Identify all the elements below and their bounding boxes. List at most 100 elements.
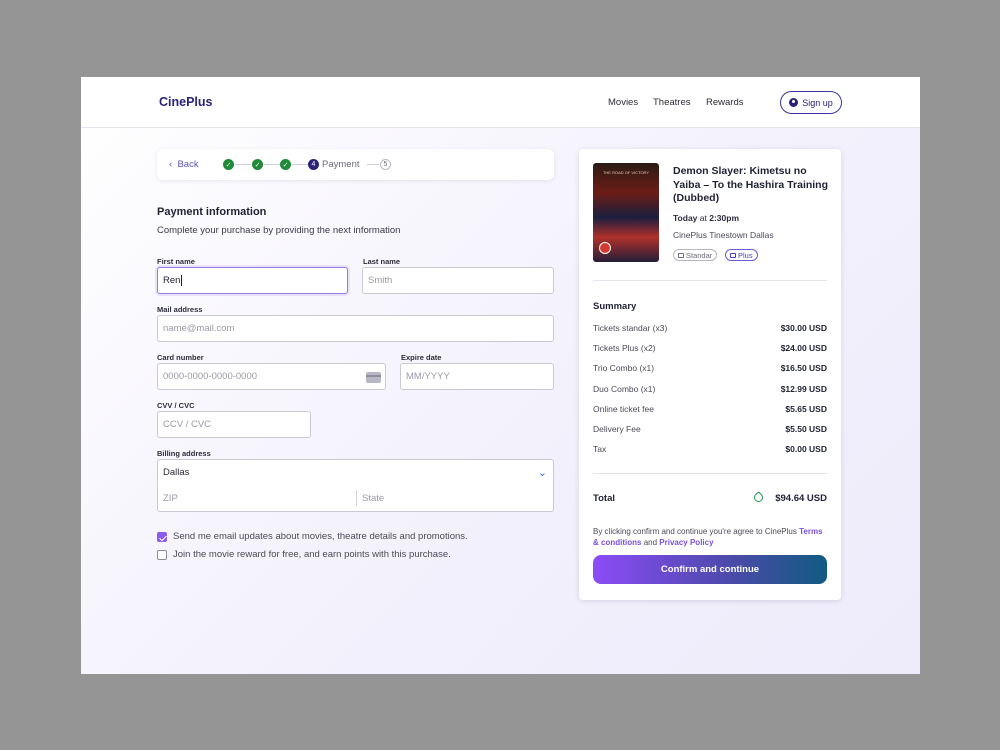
step-1-complete-icon[interactable]: ✓: [223, 159, 234, 170]
chevron-left-icon: ‹: [169, 159, 173, 170]
city-value: Dallas: [163, 467, 190, 478]
card-number-label: Card number: [157, 353, 204, 362]
nav-rewards[interactable]: Rewards: [706, 97, 744, 108]
signup-label: Sign up: [802, 97, 833, 108]
summary-item-label: Tax: [593, 444, 607, 454]
showtime: Today at 2:30pm: [673, 213, 739, 223]
top-navbar: CinePlus Movies Theatres Rewards Sign up: [81, 77, 920, 128]
privacy-link[interactable]: Privacy Policy: [659, 538, 713, 547]
email-updates-checkbox[interactable]: [157, 532, 167, 542]
summary-item-label: Trio Combo (x1): [593, 363, 655, 373]
step-current-label: Payment: [322, 159, 360, 170]
state-field[interactable]: State: [362, 493, 384, 504]
last-name-label: Last name: [363, 257, 401, 266]
city-select[interactable]: Dallas ⌄: [157, 459, 554, 486]
field-divider: [356, 490, 357, 506]
seat-icon: [730, 252, 736, 258]
app-window: CinePlus Movies Theatres Rewards Sign up…: [81, 77, 920, 674]
showtime-day: Today: [673, 213, 698, 223]
summary-item-amount: $12.99 USD: [780, 384, 827, 394]
chevron-down-icon: ⌄: [537, 467, 547, 479]
terms-and: and: [643, 538, 658, 547]
summary-item-label: Tickets Plus (x2): [593, 343, 656, 353]
seat-icon: [678, 252, 684, 258]
summary-row: Duo Combo (x1) $12.99 USD: [593, 384, 827, 394]
summary-row: Online ticket fee $5.65 USD: [593, 404, 827, 414]
first-name-value: Ren: [163, 275, 181, 286]
summary-row: Tickets standar (x3) $30.00 USD: [593, 323, 827, 333]
step-connector: [367, 164, 379, 165]
total-label: Total: [593, 493, 615, 504]
nav-movies[interactable]: Movies: [608, 97, 638, 108]
reward-label: Join the movie reward for free, and earn…: [173, 549, 451, 560]
logo[interactable]: CinePlus: [159, 95, 213, 109]
theatre-location: CinePlus Tinestown Dallas: [673, 230, 774, 240]
step-2-complete-icon[interactable]: ✓: [252, 159, 263, 170]
summary-item-amount: $5.50 USD: [785, 424, 827, 434]
email-updates-label: Send me email updates about movies, thea…: [173, 531, 468, 542]
price-tag-icon: [752, 491, 765, 504]
order-summary-panel: THE ROAD OF VICTORY Demon Slayer: Kimets…: [579, 149, 841, 600]
mail-label: Mail address: [157, 305, 203, 314]
zip-field[interactable]: ZIP: [163, 493, 178, 504]
poster-emblem: [599, 242, 611, 254]
credit-card-icon: [366, 372, 381, 383]
reward-checkbox[interactable]: [157, 550, 167, 560]
step-connector: [264, 164, 280, 165]
card-number-placeholder: 0000-0000-0000-0000: [163, 371, 258, 382]
summary-title: Summary: [593, 301, 637, 312]
first-name-label: First name: [157, 257, 195, 266]
terms-text: By clicking confirm and continue you're …: [593, 526, 827, 548]
form-subtitle: Complete your purchase by providing the …: [157, 225, 401, 236]
divider: [593, 280, 827, 281]
summary-row: Tickets Plus (x2) $24.00 USD: [593, 343, 827, 353]
showtime-at: at: [699, 213, 707, 223]
cvv-label: CVV / CVC: [157, 401, 195, 410]
movie-poster: THE ROAD OF VICTORY: [593, 163, 659, 262]
summary-row: Tax $0.00 USD: [593, 444, 827, 454]
checkout-stepper: ‹ Back ✓ ✓ ✓ 4 Payment 5: [157, 149, 554, 180]
movie-title: Demon Slayer: Kimetsu no Yaiba – To the …: [673, 165, 829, 204]
summary-item-amount: $24.00 USD: [780, 343, 827, 353]
tag-standar-label: Standar: [686, 250, 713, 260]
step-3-complete-icon[interactable]: ✓: [280, 159, 291, 170]
terms-prefix: By clicking confirm and continue you're …: [593, 527, 797, 536]
nav-theatres[interactable]: Theatres: [653, 97, 691, 108]
summary-row: Delivery Fee $5.50 USD: [593, 424, 827, 434]
tag-plus-label: Plus: [738, 250, 753, 260]
user-icon: [789, 98, 799, 107]
text-cursor: [181, 275, 183, 286]
tag-standar: Standar: [673, 249, 718, 261]
back-link[interactable]: ‹ Back: [169, 159, 199, 170]
form-title: Payment information: [157, 206, 267, 218]
expire-date-label: Expire date: [401, 353, 442, 362]
summary-item-label: Tickets standar (x3): [593, 323, 668, 333]
signup-button[interactable]: Sign up: [780, 91, 842, 114]
step-connector: [292, 164, 308, 165]
email-field[interactable]: name@mail.com: [157, 315, 554, 342]
summary-item-amount: $30.00 USD: [780, 323, 827, 333]
summary-item-amount: $5.65 USD: [785, 404, 827, 414]
step-connector: [235, 164, 251, 165]
summary-item-label: Delivery Fee: [593, 424, 641, 434]
cvv-field[interactable]: CCV / CVC: [157, 411, 311, 438]
back-label: Back: [177, 159, 199, 170]
card-number-field[interactable]: 0000-0000-0000-0000: [157, 363, 386, 390]
confirm-button[interactable]: Confirm and continue: [593, 555, 827, 584]
step-current-number: 4: [308, 159, 319, 170]
poster-text: THE ROAD OF VICTORY: [602, 170, 650, 175]
first-name-field[interactable]: Ren: [157, 267, 348, 294]
expire-date-field[interactable]: MM/YYYY: [400, 363, 554, 390]
step-next-number: 5: [380, 159, 391, 170]
summary-item-amount: $16.50 USD: [780, 363, 827, 373]
tag-plus: Plus: [725, 249, 758, 261]
summary-row: Trio Combo (x1) $16.50 USD: [593, 363, 827, 373]
divider: [593, 473, 827, 474]
billing-label: Billing address: [157, 449, 211, 458]
summary-item-amount: $0.00 USD: [785, 444, 827, 454]
total-amount: $94.64 USD: [775, 493, 827, 504]
last-name-field[interactable]: Smith: [362, 267, 554, 294]
showtime-time: 2:30pm: [709, 213, 740, 223]
summary-item-label: Online ticket fee: [593, 404, 654, 414]
zip-state-row: ZIP State: [157, 485, 554, 512]
